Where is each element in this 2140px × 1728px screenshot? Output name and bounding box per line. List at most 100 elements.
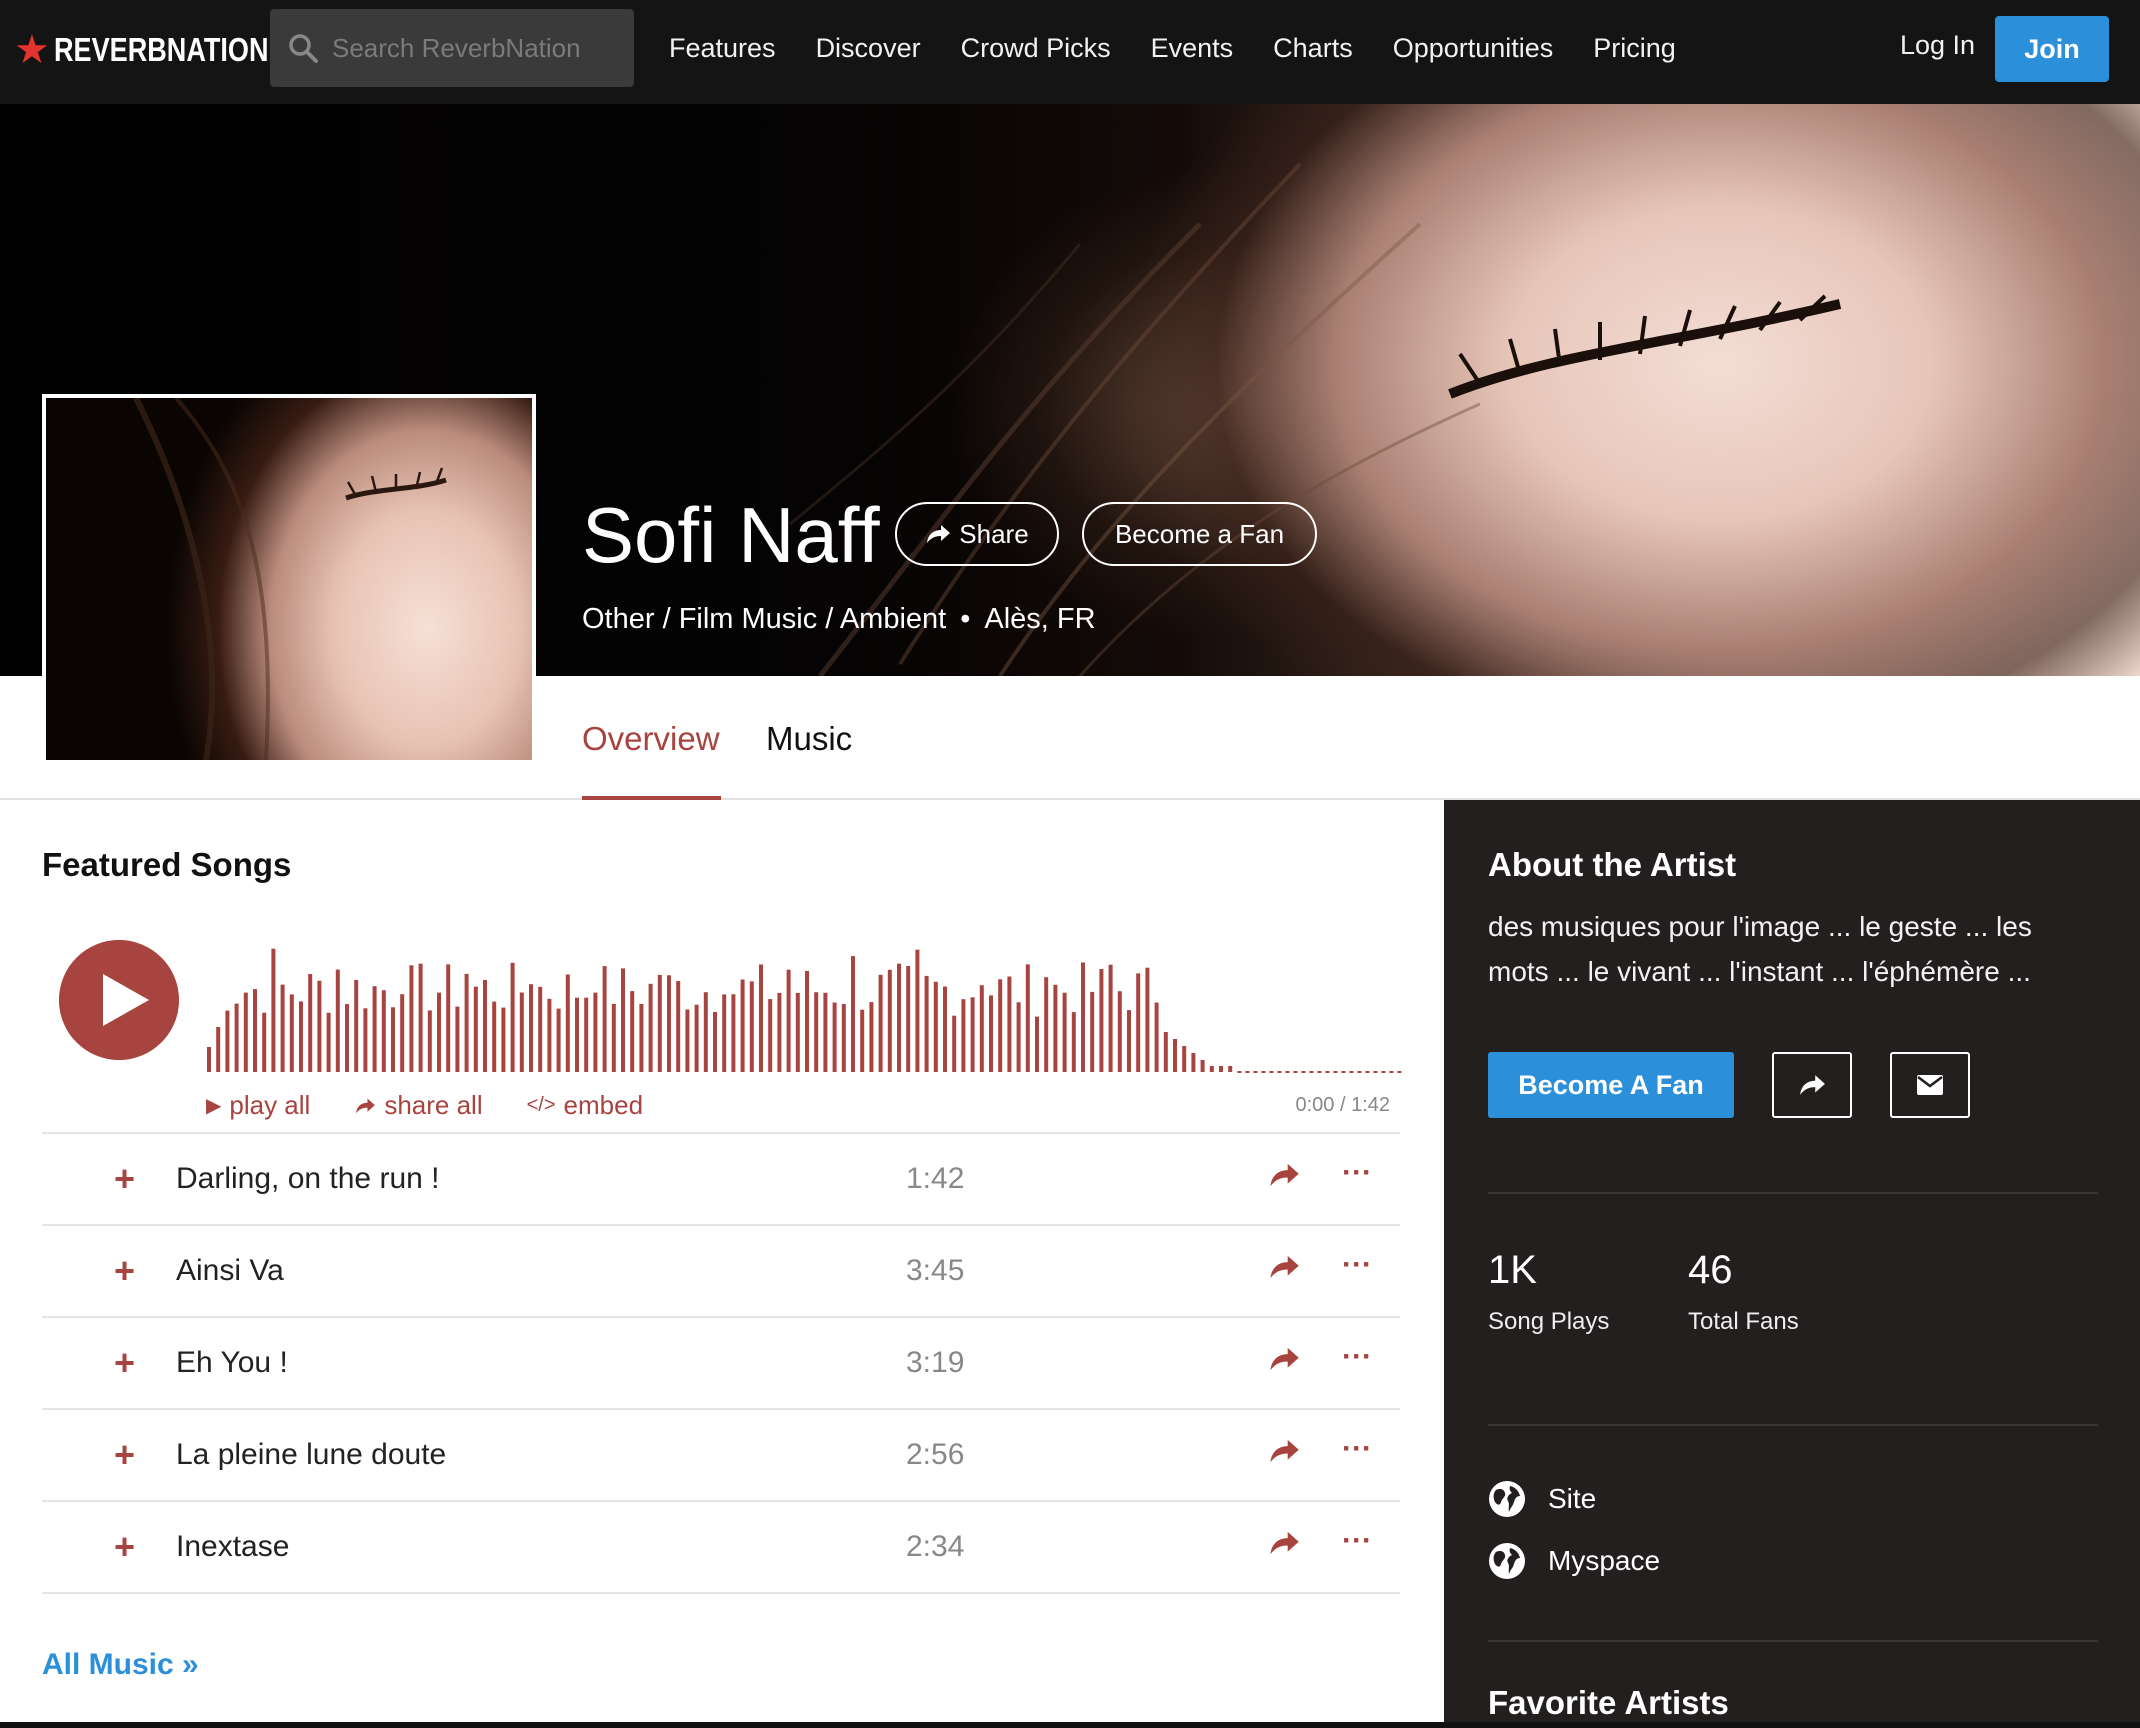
embed-link[interactable]: </> embed xyxy=(527,1090,665,1121)
artist-genres: Other / Film Music / Ambient xyxy=(582,603,947,635)
waveform-bar xyxy=(630,991,635,1072)
add-song-icon[interactable]: + xyxy=(114,1345,135,1381)
waveform-bar xyxy=(427,1010,432,1072)
song-title[interactable]: Ainsi Va xyxy=(176,1254,284,1288)
waveform-bar xyxy=(1035,1016,1039,1072)
waveform-bar xyxy=(1209,1066,1214,1072)
waveform-bar xyxy=(759,964,763,1072)
code-icon: </> xyxy=(526,1094,556,1116)
share-button-label: Share xyxy=(959,518,1029,549)
waveform-bar xyxy=(271,948,276,1072)
waveform-bar xyxy=(593,992,598,1072)
share-all-link[interactable]: share all xyxy=(354,1090,504,1121)
song-row[interactable]: + Ainsi Va 3:45 ··· xyxy=(42,1224,1400,1316)
play-button[interactable] xyxy=(59,940,179,1060)
song-plays-label: Song Plays xyxy=(1488,1308,1610,1335)
nav-link-opportunities[interactable]: Opportunities xyxy=(1393,33,1554,64)
sidebar-become-fan-button[interactable]: Become A Fan xyxy=(1488,1052,1734,1118)
share-song-icon[interactable] xyxy=(1268,1161,1300,1189)
become-a-fan-button[interactable]: Become a Fan xyxy=(1082,502,1317,566)
waveform-bar xyxy=(492,1001,497,1072)
waveform-bar xyxy=(602,966,607,1072)
audio-player: ▶ play all share all </> embed 0:00 / 1:42 xyxy=(42,930,1405,1130)
song-title[interactable]: Eh You ! xyxy=(176,1346,288,1380)
waveform-bar xyxy=(1163,1032,1168,1072)
waveform-bar xyxy=(851,956,855,1072)
more-options-icon[interactable]: ··· xyxy=(1342,1524,1372,1558)
waveform-bar xyxy=(1099,969,1104,1072)
sidebar-message-button[interactable] xyxy=(1890,1052,1970,1118)
add-song-icon[interactable]: + xyxy=(114,1437,135,1473)
share-arrow-icon xyxy=(927,525,951,543)
nav-link-discover[interactable]: Discover xyxy=(816,33,921,64)
waveform[interactable] xyxy=(207,930,1405,1074)
waveform-bar xyxy=(1053,984,1058,1072)
add-song-icon[interactable]: + xyxy=(114,1253,135,1289)
tab-music[interactable]: Music xyxy=(766,720,852,758)
waveform-bar xyxy=(777,992,782,1072)
sidebar-divider xyxy=(1488,1192,2098,1194)
login-link[interactable]: Log In xyxy=(1900,30,1975,61)
link-site-label: Site xyxy=(1548,1483,1597,1514)
share-song-icon[interactable] xyxy=(1268,1437,1300,1465)
more-options-icon[interactable]: ··· xyxy=(1342,1248,1372,1282)
song-title[interactable]: Inextase xyxy=(176,1530,289,1564)
song-row[interactable]: + Inextase 2:34 ··· xyxy=(42,1500,1400,1594)
share-all-label: share all xyxy=(384,1090,483,1120)
share-song-icon[interactable] xyxy=(1268,1345,1300,1373)
share-song-icon[interactable] xyxy=(1268,1529,1300,1557)
search-icon xyxy=(289,34,318,63)
waveform-bar xyxy=(970,997,975,1072)
nav-link-pricing[interactable]: Pricing xyxy=(1593,33,1676,64)
song-row[interactable]: + Eh You ! 3:19 ··· xyxy=(42,1316,1400,1408)
waveform-bar xyxy=(887,969,892,1072)
logo-wordmark: REVERBNATION xyxy=(53,31,269,68)
meta-separator: • xyxy=(960,603,971,635)
waveform-bar xyxy=(565,974,570,1072)
link-site[interactable]: Site xyxy=(1488,1480,1596,1518)
waveform-bar xyxy=(897,963,901,1072)
waveform-bar xyxy=(216,1027,221,1072)
waveform-bar xyxy=(1071,1012,1076,1072)
waveform-bar xyxy=(639,1004,644,1072)
song-duration: 3:19 xyxy=(906,1346,965,1379)
search-box xyxy=(270,9,634,87)
play-all-link[interactable]: ▶ play all xyxy=(206,1090,332,1121)
join-button[interactable]: Join xyxy=(1995,16,2109,82)
add-song-icon[interactable]: + xyxy=(114,1529,135,1565)
nav-link-features[interactable]: Features xyxy=(669,33,776,64)
waveform-bar xyxy=(961,999,966,1072)
all-music-link[interactable]: All Music » xyxy=(42,1648,199,1682)
sidebar-share-button[interactable] xyxy=(1772,1052,1852,1118)
nav-link-events[interactable]: Events xyxy=(1151,33,1234,64)
song-title[interactable]: Darling, on the run ! xyxy=(176,1162,439,1196)
song-row[interactable]: + La pleine lune doute 2:56 ··· xyxy=(42,1408,1400,1500)
search-input[interactable] xyxy=(330,31,624,65)
active-tab-indicator xyxy=(582,796,721,800)
song-title[interactable]: La pleine lune doute xyxy=(176,1438,446,1472)
waveform-bar xyxy=(418,963,423,1072)
song-row[interactable]: + Darling, on the run ! 1:42 ··· xyxy=(42,1132,1400,1224)
more-options-icon[interactable]: ··· xyxy=(1342,1156,1372,1190)
waveform-bar xyxy=(676,981,681,1072)
waveform-bar xyxy=(280,984,285,1072)
nav-link-charts[interactable]: Charts xyxy=(1273,33,1353,64)
waveform-bar xyxy=(446,964,451,1072)
song-duration: 2:34 xyxy=(906,1530,965,1563)
waveform-bar xyxy=(749,981,754,1072)
waveform-bar xyxy=(860,1009,865,1072)
nav-link-crowd-picks[interactable]: Crowd Picks xyxy=(961,33,1111,64)
more-options-icon[interactable]: ··· xyxy=(1342,1432,1372,1466)
waveform-bar xyxy=(483,980,487,1072)
waveform-bar xyxy=(713,1012,717,1072)
add-song-icon[interactable]: + xyxy=(114,1161,135,1197)
more-options-icon[interactable]: ··· xyxy=(1342,1340,1372,1374)
waveform-bar xyxy=(685,1009,690,1072)
waveform-bar xyxy=(1219,1066,1223,1072)
share-button[interactable]: Share xyxy=(895,502,1059,566)
tab-overview[interactable]: Overview xyxy=(582,720,720,758)
globe-icon xyxy=(1489,1543,1525,1579)
link-myspace[interactable]: Myspace xyxy=(1488,1542,1660,1580)
share-song-icon[interactable] xyxy=(1268,1253,1300,1281)
waveform-bar xyxy=(1200,1060,1205,1072)
